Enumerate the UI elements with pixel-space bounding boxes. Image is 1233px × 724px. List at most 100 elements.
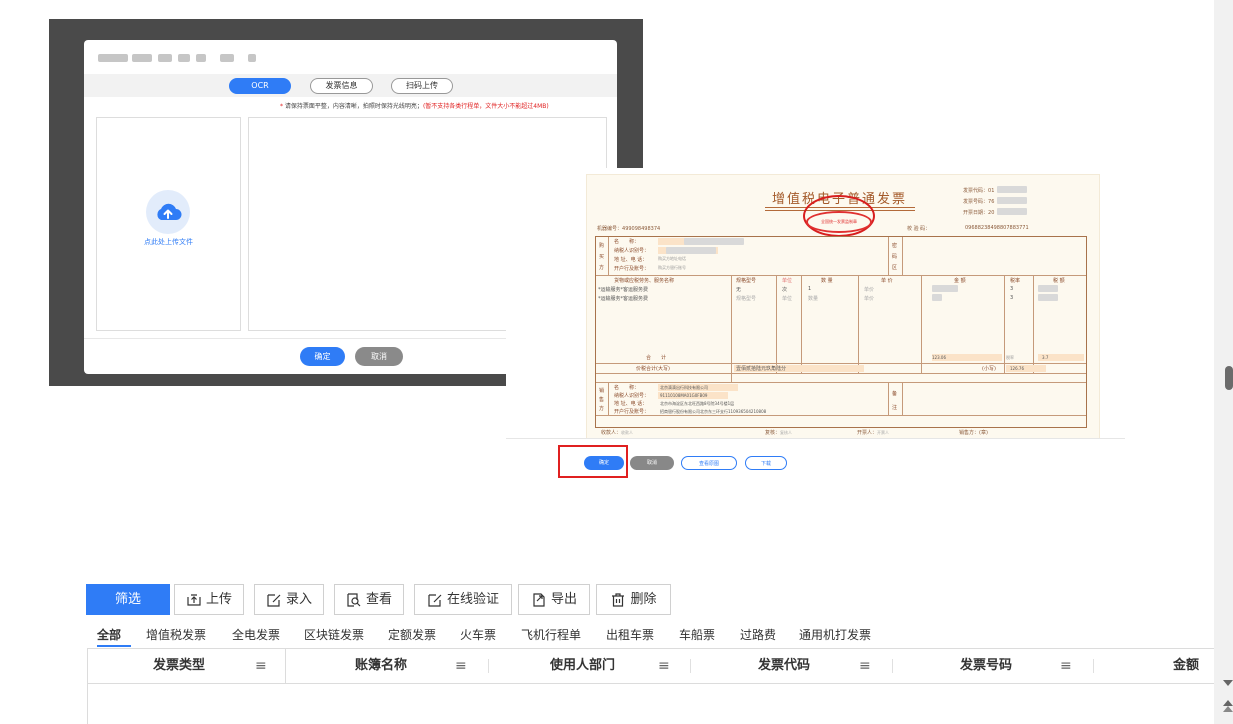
machine-number: 机器编号：499098498374 (597, 226, 661, 232)
column-menu-icon[interactable]: ≡ (658, 649, 670, 683)
item-qty: 1 (808, 286, 812, 292)
confirm-highlight-box (558, 445, 628, 478)
entry-label: 录入 (285, 592, 312, 607)
tab-flight[interactable]: 飞机行程单 (521, 626, 581, 643)
filter-button[interactable]: 筛选 (86, 584, 170, 615)
dialog-confirm-button[interactable]: 确定 (300, 347, 345, 366)
tab-invoice-info[interactable]: 发票信息 (310, 78, 373, 94)
dialog-cancel-button[interactable]: 取消 (355, 347, 403, 366)
price-tax-small-value: 126.76 (1010, 366, 1024, 371)
seller-address-label: 地 址、电 话： (614, 401, 648, 407)
buyer-side-label: 购买方 (599, 243, 605, 271)
column-menu-icon[interactable]: ≡ (1060, 649, 1072, 683)
delete-button[interactable]: 删除 (596, 584, 671, 615)
tab-scan-upload[interactable]: 扫码上传 (391, 78, 453, 94)
scroll-top-icon[interactable] (1223, 706, 1233, 712)
upload-button[interactable]: 上传 (174, 584, 244, 615)
item-spec: 无 (736, 287, 742, 293)
col-invoice-type[interactable]: 发票类型 (153, 649, 205, 683)
items-header-amount: 金 额 (954, 278, 966, 284)
tab-fixed-amount[interactable]: 定额发票 (388, 626, 436, 643)
upload-dropzone[interactable]: 点此处上传文件 (96, 117, 241, 331)
reviewer: 复核：复核人 (765, 430, 793, 436)
invoice-code: 发票代码：01 (963, 188, 995, 194)
view-original-button[interactable]: 查看原图 (681, 456, 737, 470)
view-button[interactable]: 查看 (334, 584, 404, 615)
delete-label: 删除 (630, 592, 657, 607)
items-header-unit: 单位 (782, 278, 793, 284)
tab-ocr[interactable]: OCR (229, 78, 291, 94)
item-name: *运输服务*客运服务费 (598, 296, 649, 302)
item-rate: 3 (1010, 286, 1014, 292)
buyer-address-label: 地 址、电 话： (614, 257, 648, 263)
upload-label: 上传 (205, 592, 232, 607)
item-price: 单价 (864, 287, 875, 293)
col-amount[interactable]: 金额 (1173, 649, 1199, 683)
items-header-rate: 税率 (1010, 278, 1021, 284)
price-tax-label: 价税合计(大写) (636, 366, 670, 372)
upload-mode-tabs: OCR 发票信息 扫码上传 (84, 74, 617, 97)
scrollbar-thumb[interactable] (1225, 366, 1233, 390)
invoice-cancel-button[interactable]: 取消 (630, 456, 674, 470)
view-label: 查看 (365, 592, 392, 607)
remark-label: 备注 (892, 391, 898, 411)
seller-stamp: 销售方：(章) (959, 430, 988, 436)
column-menu-icon[interactable]: ≡ (859, 649, 871, 683)
check-code-value: 09688238498807883771 (965, 225, 1029, 231)
tab-train[interactable]: 火车票 (460, 626, 496, 643)
buyer-address-value: 购买方地址电话 (658, 256, 686, 261)
scroll-down-icon[interactable] (1223, 680, 1233, 686)
tab-general-machine[interactable]: 通用机打发票 (799, 626, 871, 643)
items-header-tax: 税 额 (1053, 278, 1065, 284)
buyer-name-label: 名 称： (614, 239, 640, 245)
active-tab-indicator (97, 645, 131, 647)
col-invoice-number[interactable]: 发票号码 (960, 649, 1012, 683)
entry-button[interactable]: 录入 (254, 584, 324, 615)
table-header: 发票类型 ≡ 账簿名称 ≡ 使用人部门 ≡ 发票代码 ≡ 发票号码 ≡ 金额 (87, 648, 1214, 684)
payee: 收款人：收款人 (601, 430, 634, 436)
seller-taxid-value: 91110108MA01G0FB09 (660, 393, 708, 398)
tab-vehicle-ship[interactable]: 车船票 (679, 626, 715, 643)
tab-vat[interactable]: 增值税发票 (146, 626, 206, 643)
tab-all[interactable]: 全部 (97, 626, 121, 643)
filter-label: 筛选 (114, 592, 141, 607)
edit-icon (428, 593, 442, 607)
export-button[interactable]: 导出 (518, 584, 590, 615)
search-doc-icon (347, 592, 361, 607)
column-menu-icon[interactable]: ≡ (255, 649, 267, 683)
dialog-title-blurred (98, 51, 258, 65)
column-menu-icon[interactable]: ≡ (455, 649, 467, 683)
total-label: 合 计 (646, 355, 667, 361)
col-user-department[interactable]: 使用人部门 (550, 649, 615, 683)
total-tax: 3.7 (1042, 355, 1049, 360)
note-warning: (暂不支持各类行程单，文件大小不能超过4MB) (422, 103, 549, 110)
seller-side-label: 销售方 (599, 388, 605, 412)
upload-note: * 请保持票面平整，内容清晰，拍照时保持光线明亮；(暂不支持各类行程单，文件大小… (280, 101, 549, 110)
tab-toll[interactable]: 过路费 (740, 626, 776, 643)
page-root: OCR 发票信息 扫码上传 * 请保持票面平整，内容清晰，拍照时保持光线明亮；(… (0, 0, 1233, 724)
col-ledger-name[interactable]: 账簿名称 (355, 649, 407, 683)
tab-blockchain[interactable]: 区块链发票 (304, 626, 364, 643)
invoice-preview: 增值税电子普通发票 全国统一发票监制章 发票代码：01 发票号码：76 开票日期… (506, 168, 1125, 482)
items-header-qty: 数 量 (821, 278, 833, 284)
download-button[interactable]: 下载 (745, 456, 787, 470)
trash-icon (612, 592, 625, 607)
item-spec: 规格型号 (736, 296, 757, 302)
upload-cloud-icon[interactable] (146, 190, 190, 234)
tab-taxi[interactable]: 出租车票 (606, 626, 654, 643)
page-scrollbar[interactable] (1214, 0, 1233, 724)
price-tax-words: 壹佰贰拾陆元玖角陆分 (736, 366, 787, 372)
upload-label[interactable]: 点此处上传文件 (97, 237, 240, 247)
verify-label: 在线验证 (446, 592, 499, 607)
table-body (87, 684, 1214, 724)
check-code-label: 校 验 码： (907, 226, 931, 232)
tab-all-electric[interactable]: 全电发票 (232, 626, 280, 643)
buyer-bank-value: 购买方银行账号 (658, 265, 686, 270)
item-unit: 次 (782, 287, 788, 293)
password-area-label: 密码区 (892, 243, 898, 271)
total-amount: 123.06 (932, 355, 946, 360)
buyer-bank-label: 开户行及账号： (614, 266, 650, 272)
buyer-taxid-label: 纳税人识别号： (614, 248, 650, 254)
verify-online-button[interactable]: 在线验证 (414, 584, 512, 615)
col-invoice-code[interactable]: 发票代码 (758, 649, 810, 683)
